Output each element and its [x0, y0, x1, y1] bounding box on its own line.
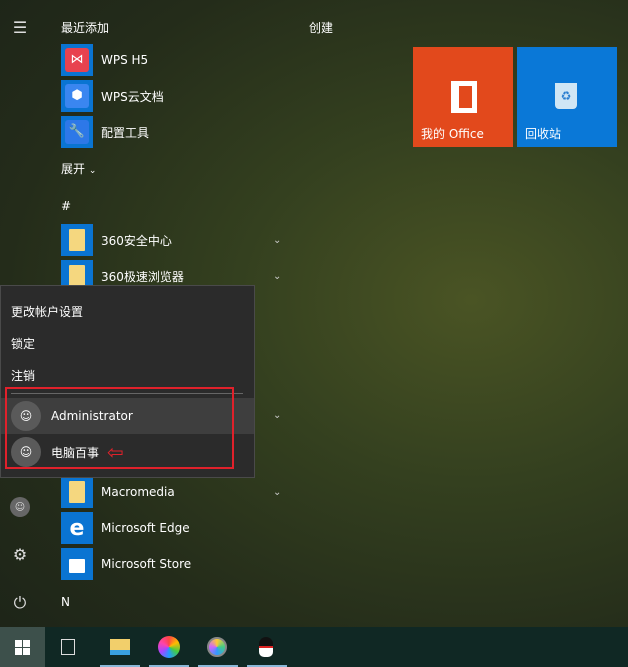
taskbar: [0, 627, 628, 667]
chevron-down-icon[interactable]: ⌄: [273, 235, 281, 246]
menu-sign-out[interactable]: 注销: [11, 367, 35, 384]
folder-icon: [61, 224, 93, 256]
app-label: Microsoft Edge: [101, 521, 190, 535]
chevron-down-icon: ⌄: [88, 166, 97, 176]
app-edge[interactable]: e Microsoft Edge: [61, 512, 301, 544]
tile-label: 我的 Office: [421, 127, 484, 141]
app-wps-h5[interactable]: ⋈ WPS H5: [61, 44, 301, 76]
file-explorer-icon[interactable]: [97, 627, 142, 667]
store-icon: [61, 548, 93, 580]
wps-cloud-icon: ⬢: [61, 80, 93, 112]
user-icon[interactable]: ☺: [8, 495, 32, 519]
app-config-tool[interactable]: 🔧 配置工具: [61, 116, 301, 148]
task-view-icon[interactable]: [45, 627, 90, 667]
expand-label: 展开: [61, 162, 86, 176]
menu-lock[interactable]: 锁定: [11, 335, 35, 352]
tile-label: 回收站: [525, 127, 562, 141]
app-label: 360极速浏览器: [101, 269, 184, 284]
edge-icon: e: [61, 512, 93, 544]
tile-recycle-bin[interactable]: ♻ 回收站: [517, 47, 617, 147]
group-header-hash[interactable]: #: [61, 199, 71, 213]
color-app-icon[interactable]: [194, 627, 239, 667]
app-label: WPS H5: [101, 53, 149, 67]
power-icon[interactable]: ⏻: [8, 591, 32, 615]
app-360-security[interactable]: 360安全中心 ⌄: [61, 224, 301, 256]
group-header-n[interactable]: N: [61, 595, 70, 609]
folder-icon: [61, 476, 93, 508]
wps-h5-icon: ⋈: [61, 44, 93, 76]
app-label: 360安全中心: [101, 233, 172, 248]
app-label: Macromedia: [101, 485, 175, 499]
app-label: Microsoft Store: [101, 557, 192, 571]
tiles-header: 创建: [309, 21, 334, 35]
highlight-box: [5, 387, 234, 469]
windows-start-icon[interactable]: [0, 627, 45, 667]
app-wps-cloud[interactable]: ⬢ WPS云文档: [61, 80, 301, 112]
recent-header: 最近添加: [61, 21, 110, 35]
chevron-down-icon[interactable]: ⌄: [273, 410, 281, 421]
recycle-bin-icon: ♻: [555, 83, 577, 109]
app-macromedia[interactable]: Macromedia ⌄: [61, 476, 301, 508]
hamburger-icon[interactable]: ☰: [8, 15, 32, 39]
app-store[interactable]: Microsoft Store: [61, 548, 301, 580]
tile-office[interactable]: 我的 Office: [413, 47, 513, 147]
app-label: WPS云文档: [101, 89, 164, 104]
office-icon: [451, 81, 477, 113]
qq-icon[interactable]: [243, 627, 288, 667]
app-label: 配置工具: [101, 125, 150, 140]
menu-change-account-settings[interactable]: 更改帐户设置: [11, 303, 83, 320]
gear-icon[interactable]: ⚙: [8, 542, 32, 566]
chevron-down-icon[interactable]: ⌄: [273, 271, 281, 282]
expand-button[interactable]: 展开 ⌄: [61, 160, 96, 177]
pinwheel-app-icon[interactable]: [146, 627, 191, 667]
wrench-icon: 🔧: [61, 116, 93, 148]
chevron-down-icon[interactable]: ⌄: [273, 487, 281, 498]
